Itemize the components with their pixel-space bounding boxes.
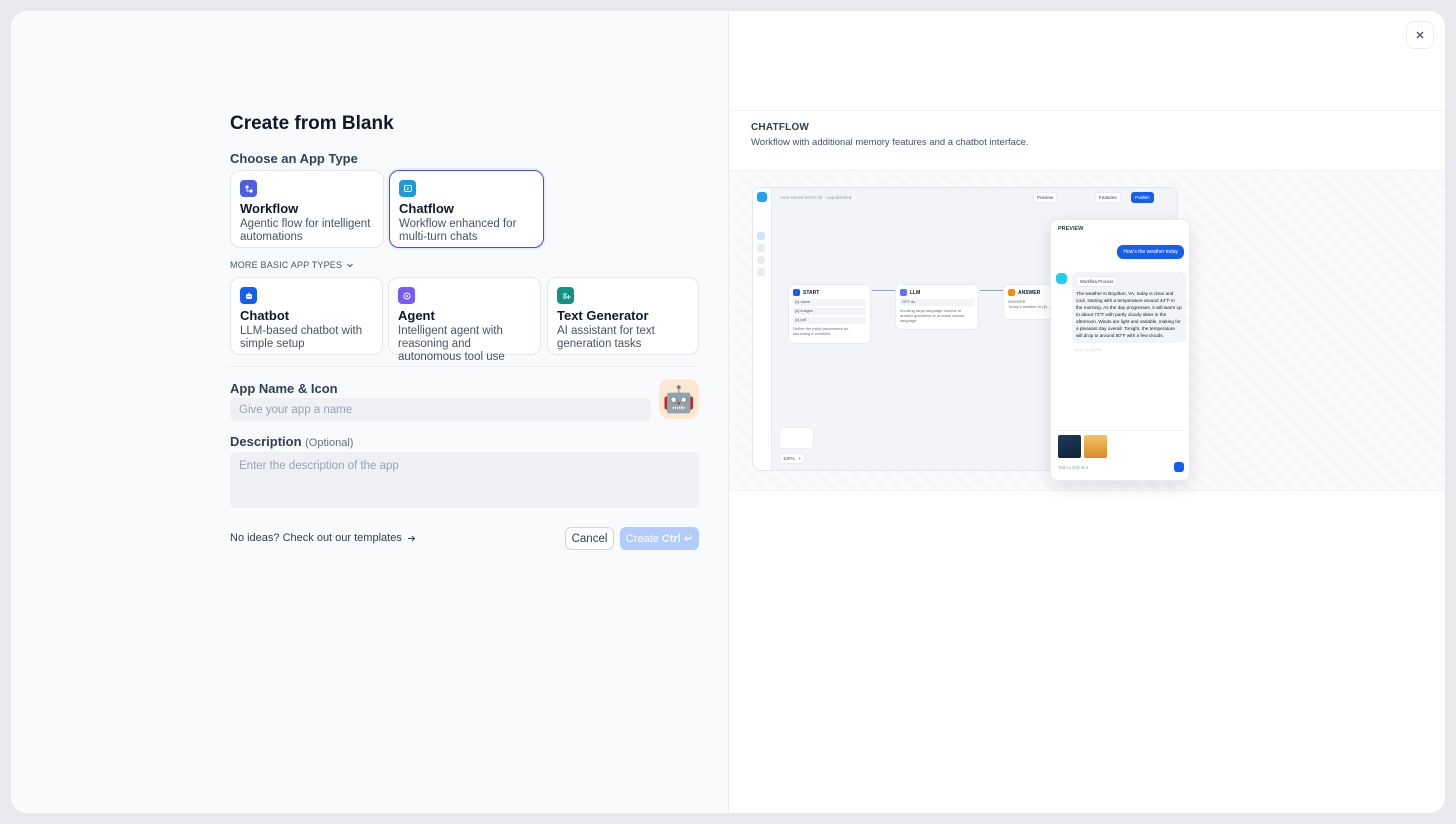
minimap: [779, 427, 814, 449]
start-node: START {x} name {x} images {x} pdf Define…: [788, 284, 871, 344]
start-row: {x} pdf: [793, 317, 866, 324]
app-type-agent[interactable]: Agent Intelligent agent with reasoning a…: [388, 277, 541, 363]
more-types-toggle[interactable]: MORE BASIC APP TYPES: [230, 260, 354, 270]
publish-button: Publish: [1131, 192, 1154, 203]
edge: [980, 290, 1003, 291]
chat-answer-text: The weather in Boydton, VA, today is cle…: [1076, 291, 1182, 338]
preview-top-band: [729, 11, 1445, 111]
nav-icon: [757, 244, 765, 252]
description-label: Description: [230, 434, 302, 449]
description-input[interactable]: [230, 452, 699, 508]
publish-label: Publish: [1135, 195, 1150, 200]
bot-avatar-icon: [1056, 273, 1067, 284]
start-node-title: START: [803, 289, 820, 296]
features-label: Features: [1099, 195, 1117, 200]
chat-preview-title: PREVIEW: [1058, 226, 1084, 232]
chatflow-icon: [399, 180, 416, 197]
nav-icon: [757, 268, 765, 276]
chat-preview-panel: PREVIEW How's the weather today Workflow…: [1050, 219, 1190, 481]
image-thumbnail: [1084, 435, 1107, 458]
answer-node-title: ANSWER: [1018, 289, 1041, 296]
canvas-status: Auto-Saved 09:02:06 · Unpublished: [780, 195, 852, 200]
dialog-title: Create from Blank: [230, 113, 394, 134]
create-shortcut: Ctrl ↵: [661, 533, 694, 545]
llm-node: LLM GPT-4o Invoking large language model…: [895, 284, 979, 330]
close-icon: [1416, 31, 1424, 39]
start-row: {x} name: [793, 299, 866, 306]
arrow-right-icon: [407, 535, 416, 541]
preview-panel: CHATFLOW Workflow with additional memory…: [728, 11, 1445, 813]
zoom-level: 100%: [783, 456, 795, 461]
type-name: Agent: [398, 308, 435, 323]
canvas-sidebar: [753, 188, 772, 470]
nav-icon: [757, 232, 765, 240]
chat-placeholder: Talk to Dify Bot: [1058, 465, 1089, 470]
chat-question-bubble: How's the weather today: [1117, 245, 1184, 259]
send-icon: [1174, 462, 1184, 472]
type-name: Workflow: [240, 201, 299, 216]
type-desc: AI assistant for text generation tasks: [557, 325, 655, 350]
zoom-in-icon: +: [798, 456, 802, 461]
app-type-workflow[interactable]: Workflow Agentic flow for intelligent au…: [230, 170, 384, 248]
name-icon-label: App Name & Icon: [230, 381, 338, 396]
app-type-chatflow[interactable]: Chatflow Workflow enhanced for multi-tur…: [389, 170, 544, 248]
app-logo-icon: [757, 192, 767, 202]
templates-link[interactable]: No ideas? Check out our templates: [230, 532, 416, 544]
chat-time: 6.0s · 1.58 PM: [1075, 347, 1102, 352]
type-name: Text Generator: [557, 308, 649, 323]
start-node-desc: Define the initial parameters for launch…: [793, 326, 849, 336]
templates-link-label: No ideas? Check out our templates: [230, 532, 402, 544]
preview-illustration: Auto-Saved 09:02:06 · Unpublished Previe…: [729, 171, 1445, 491]
image-thumbnail: [1058, 435, 1081, 458]
chat-input-area: Talk to Dify Bot: [1056, 430, 1186, 478]
app-type-text-generator[interactable]: Text Generator AI assistant for text gen…: [547, 277, 699, 355]
preview-type-desc: Workflow with additional memory features…: [751, 137, 1029, 148]
llm-node-title: LLM: [910, 289, 921, 296]
start-row: {x} images: [793, 308, 866, 315]
create-label: Create: [625, 532, 659, 545]
chevron-down-icon: [347, 263, 354, 268]
choose-type-label: Choose an App Type: [230, 151, 358, 166]
type-name: Chatflow: [399, 201, 454, 216]
preview-type-label: CHATFLOW: [751, 122, 810, 133]
close-button[interactable]: [1406, 21, 1434, 49]
type-desc: Workflow enhanced for multi-turn chats: [399, 218, 517, 243]
optional-tag: (Optional): [305, 437, 354, 449]
start-node-icon: [793, 289, 800, 296]
agent-icon: [398, 287, 415, 304]
create-button[interactable]: Create Ctrl ↵: [620, 527, 699, 550]
preview-label: Preview: [1037, 195, 1054, 200]
app-name-input[interactable]: [230, 398, 651, 421]
text-generator-icon: [557, 287, 574, 304]
edge: [872, 290, 895, 291]
type-desc: LLM-based chatbot with simple setup: [240, 325, 363, 350]
workflow-icon: [240, 180, 257, 197]
llm-model: GPT-4o: [900, 299, 974, 306]
workflow-process-tag: Workflow Process: [1076, 276, 1118, 287]
preview-button: Preview: [1033, 192, 1058, 203]
form-panel: Create from Blank Choose an App Type Wor…: [11, 11, 728, 813]
llm-node-icon: [900, 289, 907, 296]
llm-node-desc: Invoking large language models to answer…: [900, 308, 965, 323]
description-label-row: Description (Optional): [230, 434, 353, 449]
nav-icon: [757, 256, 765, 264]
cancel-button[interactable]: Cancel: [565, 527, 614, 550]
more-types-label: MORE BASIC APP TYPES: [230, 260, 343, 270]
zoom-controls: 100% +: [779, 453, 806, 464]
answer-node-icon: [1008, 289, 1015, 296]
features-button: Features: [1095, 192, 1121, 203]
type-desc: Intelligent agent with reasoning and aut…: [398, 325, 505, 363]
app-icon-picker[interactable]: 🤖: [659, 379, 699, 419]
app-type-chatbot[interactable]: Chatbot LLM-based chatbot with simple se…: [230, 277, 383, 355]
chat-answer-bubble: Workflow Process The weather in Boydton,…: [1072, 272, 1186, 343]
chatbot-icon: [240, 287, 257, 304]
type-desc: Agentic flow for intelligent automations: [240, 218, 371, 243]
type-name: Chatbot: [240, 308, 290, 323]
divider: [230, 366, 699, 367]
create-app-dialog: Create from Blank Choose an App Type Wor…: [11, 11, 1445, 813]
